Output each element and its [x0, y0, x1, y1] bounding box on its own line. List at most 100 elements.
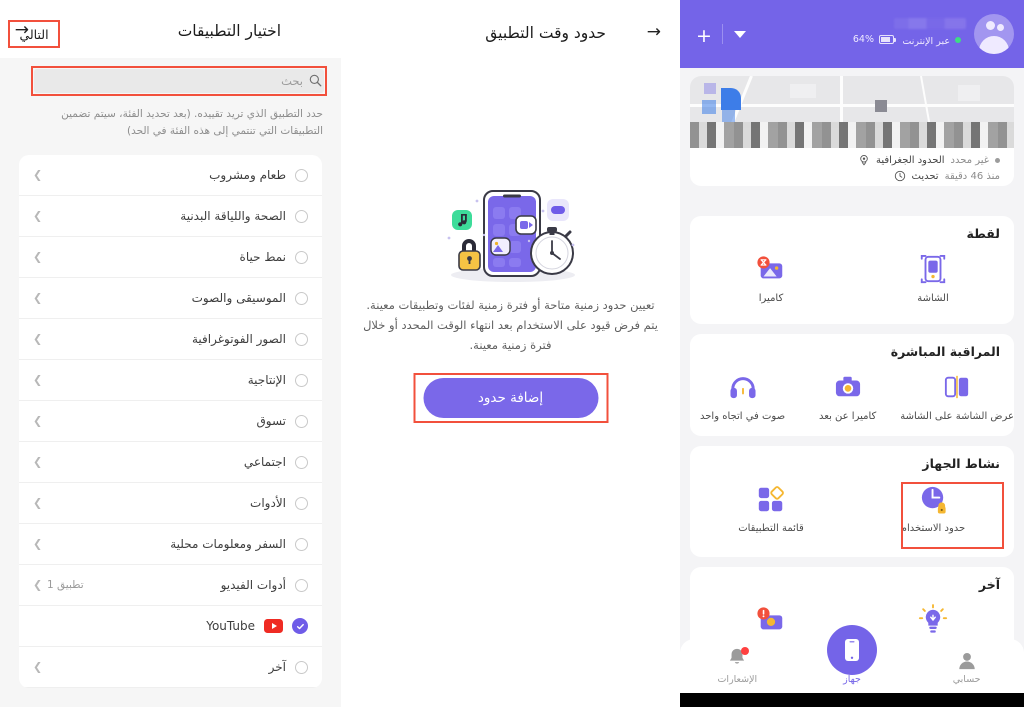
avatar-head2-icon [997, 24, 1004, 31]
nav-item-notifications[interactable]: الإشعارات [680, 647, 795, 693]
time-limit-illustration [421, 183, 601, 292]
home-indicator [680, 693, 1024, 707]
online-status: عبر الإنترنت [902, 36, 966, 47]
list-item[interactable]: تسوق ❮ [19, 401, 322, 442]
list-item-label: أدوات الفيديو [220, 578, 286, 592]
capture-tiles: الشاشة كاميرا [690, 248, 1014, 310]
list-item[interactable]: السفر ومعلومات محلية ❮ [19, 524, 322, 565]
radio-icon[interactable] [295, 250, 308, 264]
list-item[interactable]: نمط حياة ❮ [19, 237, 322, 278]
battery-percent: 64% [852, 34, 874, 45]
list-item-label: اجتماعي [243, 455, 286, 469]
tile-camera[interactable]: كاميرا [690, 248, 852, 310]
search-icon [309, 74, 322, 87]
device-activity-card: نشاط الجهاز حدود الاستخدام قائمة التطبيق… [690, 446, 1014, 557]
list-item-label: آخر [268, 660, 286, 674]
card-title: المراقبة المباشرة [890, 344, 1000, 359]
tile-label: صوت في اتجاه واحد [700, 411, 786, 422]
nav-label: الإشعارات [717, 674, 758, 685]
back-arrow-icon[interactable]: → [647, 24, 661, 41]
device-fab-button[interactable] [827, 625, 877, 675]
screenshot-icon [918, 252, 948, 286]
list-item[interactable]: طعام ومشروب ❮ [19, 155, 322, 196]
app-list-icon [756, 482, 786, 516]
list-item-label: طعام ومشروب [209, 168, 286, 182]
geofence-row: الحدود الجغرافية غير محدد [858, 154, 1000, 166]
radio-icon[interactable] [295, 496, 308, 510]
category-list: طعام ومشروب ❮ الصحة واللياقة البدنية ❮ ن… [19, 155, 322, 688]
tile-label: الشاشة [917, 293, 949, 304]
chevron-left-icon: ❮ [33, 537, 43, 551]
list-item[interactable]: YouTube [19, 606, 322, 647]
usage-limits-icon [918, 482, 949, 516]
list-item[interactable]: الأدوات ❮ [19, 483, 322, 524]
list-item[interactable]: اجتماعي ❮ [19, 442, 322, 483]
screen-mirror-icon [942, 370, 972, 404]
list-item[interactable]: أدوات الفيديو تطبيق 1 ❮ [19, 565, 322, 606]
chevron-left-icon: ❮ [33, 578, 43, 592]
live-monitoring-card: المراقبة المباشرة عرض الشاشة على الشاشة [690, 334, 1014, 436]
list-item-label: تسوق [256, 414, 286, 428]
page-title: حدود وقت التطبيق [485, 24, 606, 42]
tile-remote-camera[interactable]: كاميرا عن بعد [795, 366, 900, 428]
avatar[interactable] [974, 14, 1014, 54]
list-item-label: الصحة واللياقة البدنية [180, 209, 286, 223]
radio-icon[interactable] [295, 209, 308, 223]
tile-label: كاميرا [758, 293, 784, 304]
tile-one-way-audio[interactable]: صوت في اتجاه واحد [690, 366, 795, 428]
chevron-left-icon: ❮ [33, 496, 43, 510]
radio-icon[interactable] [295, 168, 308, 182]
notification-badge [741, 647, 750, 655]
tile-label: قائمة التطبيقات [738, 523, 804, 534]
chevron-left-icon: ❮ [33, 209, 43, 223]
tile-usage-limits[interactable]: حدود الاستخدام [852, 478, 1014, 540]
chevron-left-icon: ❮ [33, 250, 43, 264]
tile-app-list[interactable]: قائمة التطبيقات [690, 478, 852, 540]
list-item-label: نمط حياة [239, 250, 286, 264]
screenshot-root: → اختيار التطبيقات التالي بحث حدد التطبي… [0, 0, 1024, 707]
radio-icon[interactable] [295, 291, 308, 305]
list-item[interactable]: آخر ❮ [19, 647, 322, 688]
location-card[interactable]: الحدود الجغرافية غير محدد تحديث منذ 46 د… [690, 76, 1014, 186]
device-name-redacted [894, 18, 966, 29]
person-icon [958, 653, 975, 670]
nav-item-account[interactable]: حسابي [909, 651, 1024, 693]
add-limit-highlight-box: إضافة حدود [413, 373, 608, 423]
plus-icon[interactable]: + [696, 27, 712, 46]
list-item[interactable]: الصور الفوتوغرافية ❮ [19, 319, 322, 360]
activity-tiles: حدود الاستخدام قائمة التطبيقات [690, 478, 1014, 540]
radio-icon[interactable] [295, 332, 308, 346]
clock-icon [894, 170, 905, 182]
chevron-left-icon: ❮ [33, 332, 43, 346]
checkmark-icon[interactable] [292, 618, 308, 634]
bullet-dot-icon [995, 157, 1000, 163]
radio-icon[interactable] [295, 455, 308, 469]
list-item[interactable]: الموسيقى والصوت ❮ [19, 278, 322, 319]
map-preview[interactable] [690, 76, 1014, 148]
tile-screenshot[interactable]: الشاشة [852, 248, 1014, 310]
list-item-label: السفر ومعلومات محلية [170, 537, 286, 551]
list-item-label: الإنتاجية [247, 373, 286, 387]
list-item-label: الصور الفوتوغرافية [191, 332, 286, 346]
chevron-down-icon[interactable] [734, 31, 746, 38]
chevron-left-icon: ❮ [33, 168, 43, 182]
list-item[interactable]: الصحة واللياقة البدنية ❮ [19, 196, 322, 237]
selection-hint: حدد التطبيق الذي تريد تقييده. (بعد تحديد… [61, 108, 323, 137]
add-limit-button[interactable]: إضافة حدود [423, 378, 598, 418]
online-status-label: عبر الإنترنت [902, 36, 950, 47]
list-item[interactable]: الإنتاجية ❮ [19, 360, 322, 401]
bottom-nav: حسابي جهاز الإشعارات [680, 625, 1024, 693]
list-item-label: YouTube [206, 619, 255, 633]
radio-icon[interactable] [295, 660, 308, 674]
radio-icon[interactable] [295, 578, 308, 592]
redacted-map-band [690, 122, 1014, 148]
radio-icon[interactable] [295, 414, 308, 428]
next-button[interactable]: التالي [8, 20, 60, 48]
nav-label: حسابي [952, 674, 981, 685]
radio-icon[interactable] [295, 373, 308, 387]
update-row: تحديث منذ 46 دقيقة [894, 170, 1000, 182]
chevron-left-icon: ❮ [33, 455, 43, 469]
app-time-limits-panel: → حدود وقت التطبيق تعيين حدود زمنية متاح… [341, 0, 680, 707]
tile-screen-mirror[interactable]: عرض الشاشة على الشاشة [900, 366, 1014, 428]
radio-icon[interactable] [295, 537, 308, 551]
